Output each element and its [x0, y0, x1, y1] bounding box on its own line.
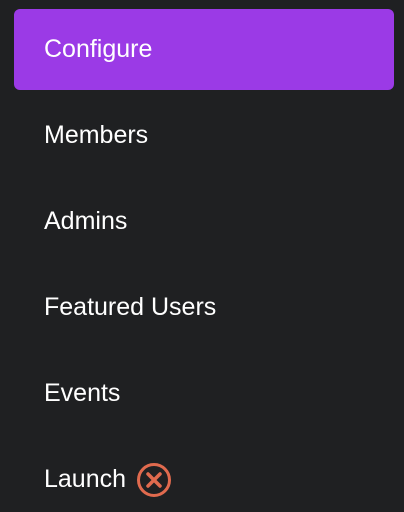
sidebar-item-admins[interactable]: Admins — [14, 181, 394, 262]
sidebar-item-launch[interactable]: Launch — [14, 439, 394, 512]
sidebar-item-featured-users[interactable]: Featured Users — [14, 267, 394, 348]
sidebar-item-label: Configure — [44, 35, 153, 63]
sidebar-item-configure[interactable]: Configure — [14, 9, 394, 90]
sidebar-item-label: Admins — [44, 207, 128, 235]
sidebar-item-label: Launch — [44, 465, 127, 493]
sidebar-item-members[interactable]: Members — [14, 95, 394, 176]
error-x-circle-icon — [136, 462, 172, 498]
sidebar-item-label: Events — [44, 379, 121, 407]
sidebar-item-label: Featured Users — [44, 293, 217, 321]
sidebar-nav: Configure Members Admins Featured Users … — [0, 0, 404, 512]
sidebar-item-label: Members — [44, 121, 149, 149]
sidebar-item-events[interactable]: Events — [14, 353, 394, 434]
